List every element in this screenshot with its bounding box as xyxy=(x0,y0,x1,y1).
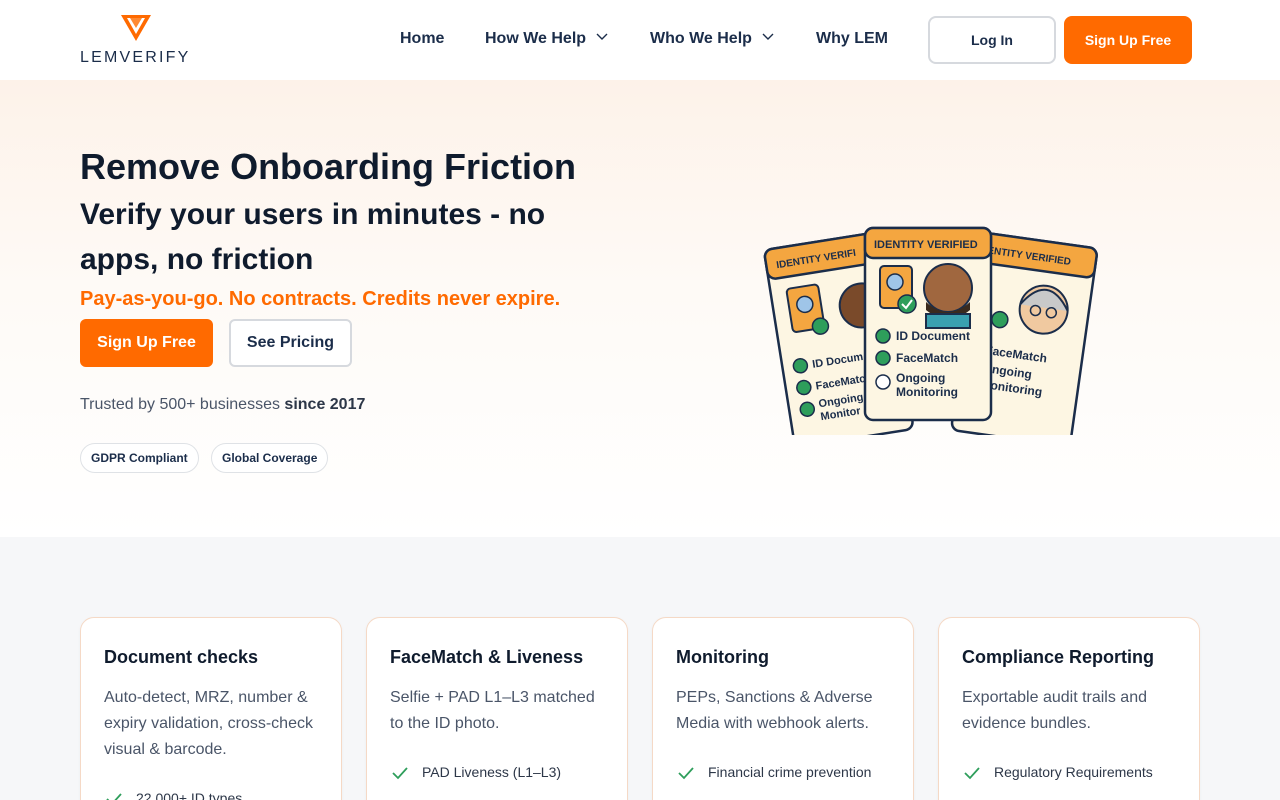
feature-list-item-label: PAD Liveness (L1–L3) xyxy=(422,764,562,780)
logo-mark-icon xyxy=(121,15,151,41)
lemverify-logo[interactable]: LEMVERIFY xyxy=(80,15,192,66)
hero-section: Remove Onboarding Friction Verify your u… xyxy=(0,80,1280,537)
nav-home[interactable]: Home xyxy=(400,30,444,48)
feature-list-item: 22,000+ ID types xyxy=(104,790,242,800)
trusted-since: since 2017 xyxy=(284,396,366,413)
feature-card-description: Exportable audit trails and evidence bun… xyxy=(962,689,1147,732)
feature-card-title: FaceMatch & Liveness xyxy=(390,647,584,667)
nav-how-we-help[interactable]: How We Help xyxy=(485,30,608,48)
feature-card-description: Selfie + PAD L1–L3 matched to the ID pho… xyxy=(390,689,595,732)
feature-list-item: Regulatory Requirements xyxy=(962,764,1153,781)
feature-list-item: Financial crime prevention xyxy=(676,764,871,781)
feature-card-document-checks: Document checks Auto-detect, MRZ, number… xyxy=(80,617,342,800)
feature-list-item-label: Regulatory Requirements xyxy=(994,764,1153,780)
feature-list-item-label: 22,000+ ID types xyxy=(136,790,243,800)
center-check-label: ID Document xyxy=(896,329,970,343)
check-icon xyxy=(106,793,122,800)
nav-signup-button[interactable]: Sign Up Free xyxy=(1064,16,1192,64)
center-check-label: FaceMatch xyxy=(896,351,958,365)
chevron-down-icon xyxy=(596,33,608,40)
badge-gdpr: GDPR Compliant xyxy=(80,443,199,473)
logo-wordmark: LEMVERIFY xyxy=(80,49,191,66)
hero-signup-button[interactable]: Sign Up Free xyxy=(80,319,213,367)
center-id-card: IDENTITY VERIFIED ID Document FaceMatch … xyxy=(863,226,993,422)
feature-card-title: Document checks xyxy=(104,647,259,667)
trusted-prefix: Trusted by 500+ businesses xyxy=(80,396,285,413)
center-card-header: IDENTITY VERIFIED xyxy=(874,239,978,251)
check-icon xyxy=(678,767,694,780)
features-section: Document checks Auto-detect, MRZ, number… xyxy=(0,537,1280,800)
login-button[interactable]: Log In xyxy=(928,16,1056,64)
chevron-down-icon xyxy=(762,33,774,40)
trusted-by-text: Trusted by 500+ businesses since 2017 xyxy=(80,396,365,414)
check-icon xyxy=(964,767,980,780)
feature-card-compliance-reporting: Compliance Reporting Exportable audit tr… xyxy=(938,617,1200,800)
nav-who-we-help[interactable]: Who We Help xyxy=(650,30,774,48)
center-check-label: Ongoing xyxy=(896,371,945,385)
nav-who-we-help-label: Who We Help xyxy=(650,30,752,47)
identity-verified-illustration: IDENTITY VERIFI ID Docum FaceMatc Ongoin… xyxy=(763,226,1098,435)
pricing-tagline: Pay-as-you-go. No contracts. Credits nev… xyxy=(80,288,561,310)
feature-card-description: PEPs, Sanctions & Adverse Media with web… xyxy=(676,689,873,732)
hero-subtitle: Verify your users in minutes - no apps, … xyxy=(80,198,546,276)
feature-list-item-label: Financial crime prevention xyxy=(708,764,872,780)
feature-card-facematch: FaceMatch & Liveness Selfie + PAD L1–L3 … xyxy=(366,617,628,800)
nav-how-we-help-label: How We Help xyxy=(485,30,587,47)
check-icon xyxy=(392,767,408,780)
center-check-label: Monitoring xyxy=(896,385,958,399)
feature-card-title: Monitoring xyxy=(676,647,769,667)
top-navigation: LEMVERIFY Home How We Help Who We Help W… xyxy=(0,0,1280,80)
nav-why-lem[interactable]: Why LEM xyxy=(816,30,888,48)
feature-card-description: Auto-detect, MRZ, number & expiry valida… xyxy=(104,689,313,758)
feature-card-title: Compliance Reporting xyxy=(962,647,1155,667)
feature-list-item: PAD Liveness (L1–L3) xyxy=(390,764,561,781)
hero-title: Remove Onboarding Friction xyxy=(80,146,577,187)
see-pricing-button[interactable]: See Pricing xyxy=(229,319,352,367)
badge-global-coverage: Global Coverage xyxy=(211,443,329,473)
feature-card-monitoring: Monitoring PEPs, Sanctions & Adverse Med… xyxy=(652,617,914,800)
